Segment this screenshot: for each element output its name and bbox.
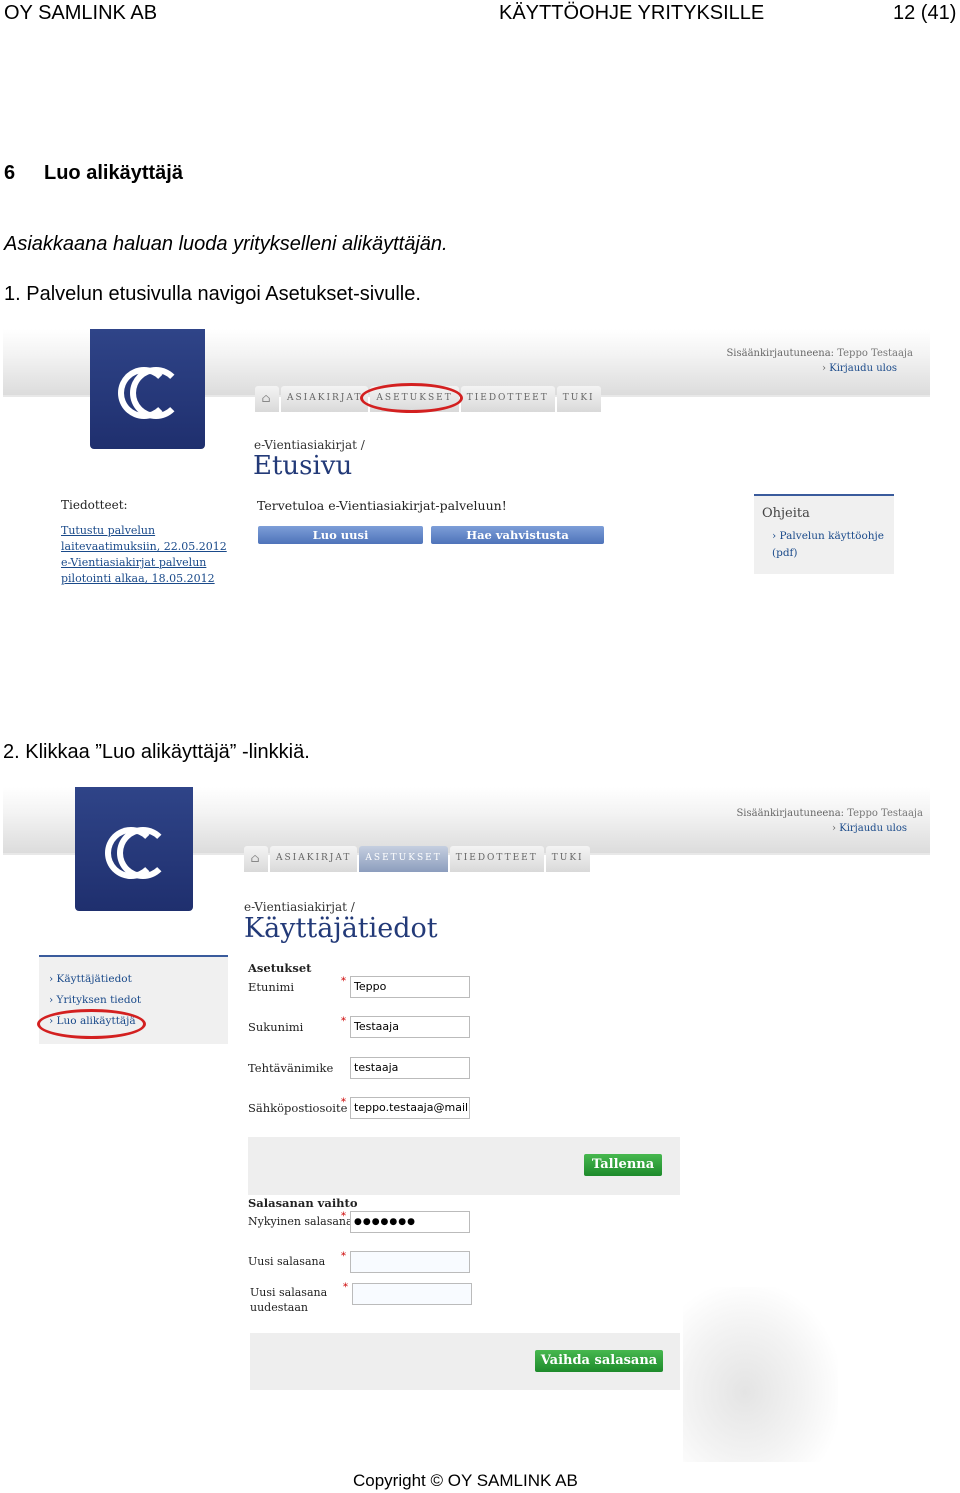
required-mark: * (343, 1282, 348, 1293)
nav-tiedotteet[interactable]: TIEDOTTEET (460, 386, 555, 412)
help-box: Ohjeita › Palvelun käyttöohje (pdf) (754, 494, 894, 574)
home-icon[interactable]: ⌂ (255, 386, 279, 412)
nav-asiakirjat[interactable]: ASIAKIRJAT (281, 386, 369, 412)
nav-tuki[interactable]: TUKI (545, 846, 590, 872)
logout-link[interactable]: › Kirjaudu ulos (753, 363, 897, 374)
help-link-manual[interactable]: › Palvelun käyttöohje (772, 530, 884, 542)
settings-title: Asetukset (248, 961, 312, 975)
news-link-1a[interactable]: Tutustu palvelun (61, 523, 227, 539)
required-mark: * (341, 1251, 346, 1262)
save-bar: Tallenna (248, 1137, 680, 1195)
required-mark: * (341, 1016, 346, 1027)
login-info: Sisäänkirjautuneena: Teppo Testaaja (703, 348, 913, 359)
page-title: Käyttäjätiedot (244, 913, 438, 944)
news-link-1b[interactable]: laitevaatimuksiin, 22.05.2012 (61, 539, 227, 555)
first-name-field[interactable]: Teppo (350, 976, 470, 998)
section-title: Luo alikäyttäjä (44, 162, 183, 184)
news-list: Tutustu palvelun laitevaatimuksiin, 22.0… (61, 523, 227, 587)
login-label: Sisäänkirjautuneena: (736, 808, 845, 819)
home-icon[interactable]: ⌂ (244, 846, 268, 872)
news-title: Tiedotteet: (61, 498, 128, 512)
nav-asetukset[interactable]: ASETUKSET (359, 846, 448, 872)
email-label: Sähköpostiosoite (248, 1101, 348, 1115)
save-button[interactable]: Tallenna (584, 1154, 662, 1176)
side-item-yrityksen-tiedot[interactable]: › Yrityksen tiedot (49, 994, 141, 1006)
logout-link[interactable]: › Kirjaudu ulos (763, 823, 907, 834)
highlight-asetukset (360, 383, 463, 413)
welcome-text: Tervetuloa e-Vientiasiakirjat-palveluun! (257, 498, 507, 513)
screenshot-kayttajatiedot: Sisäänkirjautuneena: Teppo Testaaja › Ki… (3, 787, 930, 1467)
footer-copyright: Copyright © OY SAMLINK AB (353, 1471, 578, 1490)
intro-text: Asiakkaana haluan luoda yritykselleni al… (4, 233, 448, 255)
last-name-field[interactable]: Testaaja (350, 1016, 470, 1038)
required-mark: * (341, 1097, 346, 1108)
email-field[interactable]: teppo.testaaja@mail.c (350, 1097, 470, 1119)
screenshot-etusivu: Sisäänkirjautuneena: Teppo Testaaja › Ki… (3, 329, 930, 591)
nav-tiedotteet[interactable]: TIEDOTTEET (449, 846, 544, 872)
login-info: Sisäänkirjautuneena: Teppo Testaaja (713, 808, 923, 819)
news-link-2a[interactable]: e-Vientiasiakirjat palvelun (61, 555, 227, 571)
breadcrumb: e-Vientiasiakirjat / (244, 900, 355, 914)
current-password-field[interactable]: ●●●●●●● (350, 1211, 470, 1233)
highlight-luo-alikayttaja (37, 1009, 146, 1039)
header-doc-title: KÄYTTÖOHJE YRITYKSILLE (499, 2, 765, 24)
help-title: Ohjeita (762, 506, 810, 521)
main-nav: ⌂ ASIAKIRJAT ASETUKSET TIEDOTTEET TUKI (244, 846, 592, 872)
job-title-field[interactable]: testaaja (350, 1057, 470, 1079)
new-certificate-button[interactable]: Luo uusi alkuperätodistus (258, 526, 423, 560)
login-user: Teppo Testaaja (847, 808, 923, 819)
change-password-bar: Vaihda salasana (250, 1333, 680, 1390)
new-password-label: Uusi salasana (248, 1255, 326, 1268)
required-mark: * (341, 1211, 346, 1222)
login-user: Teppo Testaaja (837, 348, 913, 359)
section-number: 6 (4, 162, 16, 184)
help-link-pdf[interactable]: (pdf) (772, 547, 798, 559)
password-title: Salasanan vaihto (248, 1196, 358, 1210)
request-confirmation-button[interactable]: Hae vahvistusta asiakirjalle (431, 526, 604, 560)
last-name-label: Sukunimi (248, 1020, 304, 1034)
new-password-field[interactable] (350, 1251, 470, 1273)
current-password-label: Nykyinen salasana (248, 1215, 353, 1228)
news-link-2b[interactable]: pilotointi alkaa, 18.05.2012 (61, 571, 227, 587)
decorative-pen-image (683, 1287, 838, 1462)
repeat-password-field[interactable] (352, 1283, 472, 1305)
logo (90, 329, 205, 449)
logo-c-inner (130, 367, 182, 419)
step-1-text: 1. Palvelun etusivulla navigoi Asetukset… (4, 283, 421, 305)
first-name-label: Etunimi (248, 980, 295, 994)
page-title: Etusivu (253, 451, 353, 481)
repeat-password-label-2: uudestaan (250, 1301, 308, 1314)
logo-c-inner (117, 827, 169, 879)
change-password-button[interactable]: Vaihda salasana (535, 1350, 663, 1372)
nav-asiakirjat[interactable]: ASIAKIRJAT (270, 846, 358, 872)
header-company: OY SAMLINK AB (4, 2, 158, 24)
repeat-password-label-1: Uusi salasana (250, 1286, 328, 1299)
step-2-text: 2. Klikkaa ”Luo alikäyttäjä” -linkkiä. (3, 741, 310, 763)
login-label: Sisäänkirjautuneena: (726, 348, 835, 359)
required-mark: * (341, 976, 346, 987)
logo (75, 787, 193, 911)
header-page-number: 12 (41) (893, 2, 957, 24)
job-title-label: Tehtävänimike (248, 1061, 334, 1075)
nav-tuki[interactable]: TUKI (556, 386, 601, 412)
side-item-kayttajatiedot[interactable]: › Käyttäjätiedot (49, 973, 132, 985)
breadcrumb: e-Vientiasiakirjat / (254, 438, 365, 452)
